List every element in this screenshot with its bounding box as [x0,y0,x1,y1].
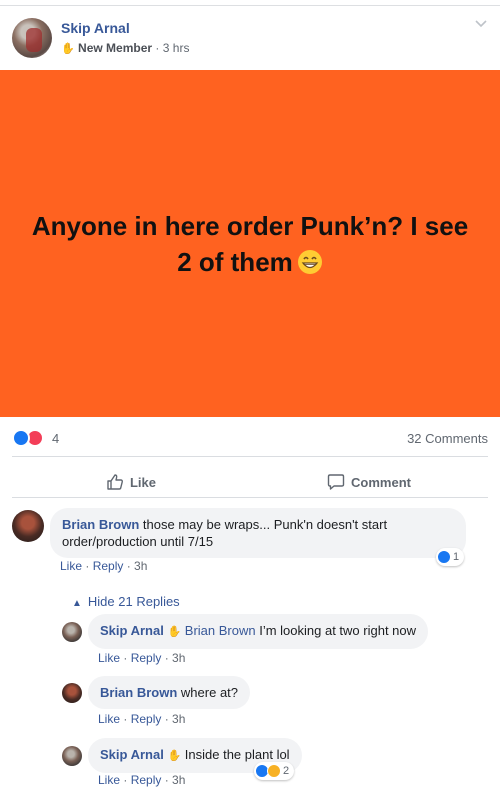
comment-author[interactable]: Brian Brown [62,517,139,532]
reply-time[interactable]: 3h [172,712,185,726]
reply-time[interactable]: 3h [172,773,185,787]
chevron-down-icon[interactable] [474,18,488,28]
post-actions: Like Comment [12,462,488,502]
speech-bubble-icon [327,474,345,490]
post-card: Skip Arnal ✋ New Member · 3 hrs Anyone i… [0,5,500,798]
reply-actions: Like · Reply · 3h [98,651,186,665]
like-button[interactable]: Like [12,462,250,502]
divider [12,456,488,457]
reaction-stats: 4 32 Comments [12,426,488,448]
divider [12,497,488,498]
reply-avatar[interactable] [62,683,82,703]
comments-count-link[interactable]: 32 Comments [407,431,488,446]
reply-text: where at? [180,685,239,700]
reply-avatar[interactable] [62,622,82,642]
thumbs-up-icon [107,474,123,490]
reply-reaction-summary[interactable]: 2 [254,762,295,780]
new-member-wave-icon: ✋ [167,750,182,762]
reply-like-link[interactable]: Like [98,773,120,787]
haha-reaction-icon [267,764,281,778]
reply-actions: Like · Reply · 3h [98,712,186,726]
reply-time[interactable]: 3h [172,651,185,665]
post-time[interactable]: 3 hrs [163,41,190,55]
new-member-wave-icon: ✋ [61,43,75,55]
reply-actions: Like · Reply · 3h [98,773,186,787]
reply-author[interactable]: Skip Arnal [100,747,164,762]
reply-like-link[interactable]: Like [98,712,120,726]
like-label: Like [129,474,156,490]
reply-text: I’m looking at two right now [259,623,417,638]
comment-bubble: Brian Brown those may be wraps... Punk'n… [50,508,466,558]
comment-reply-link[interactable]: Reply [93,559,124,573]
new-member-wave-icon: ✋ [167,626,182,638]
like-reaction-icon[interactable] [12,429,30,447]
comment-label: Comment [351,474,411,490]
reply-mention[interactable]: Brian Brown [185,623,256,638]
like-reaction-icon [437,550,451,564]
reply-like-link[interactable]: Like [98,651,120,665]
hide-replies-label: Hide 21 Replies [87,594,180,609]
author-name[interactable]: Skip Arnal [61,20,130,36]
comment-reaction-summary[interactable]: 1 [436,548,465,566]
author-avatar[interactable] [12,18,52,58]
banner-text: Anyone in here order Punk’n? I see 2 of … [30,208,470,280]
reply-bubble: Brian Brown where at? [88,676,251,709]
commenter-avatar[interactable] [12,510,44,542]
reply-text: Inside the plant lol [184,747,290,762]
reply-author[interactable]: Skip Arnal [100,623,164,638]
comment-reaction-count: 1 [453,551,460,563]
reply-reply-link[interactable]: Reply [131,773,162,787]
reply-reply-link[interactable]: Reply [131,712,162,726]
reaction-count[interactable]: 4 [52,431,59,446]
reply-bubble: Skip Arnal ✋ Brian Brown I’m looking at … [88,614,429,649]
hide-replies-link[interactable]: ▲ Hide 21 Replies [72,594,180,609]
comment-actions: Like · Reply · 3h [60,559,148,573]
post-meta: ✋ New Member · 3 hrs [61,41,189,55]
chevron-up-icon: ▲ [72,598,82,609]
reply-author[interactable]: Brian Brown [100,685,177,700]
reply-reaction-count: 2 [283,765,290,777]
grinning-emoji-icon [297,249,322,274]
comment-like-link[interactable]: Like [60,559,82,573]
reply-reply-link[interactable]: Reply [131,651,162,665]
colored-text-banner: Anyone in here order Punk’n? I see 2 of … [0,70,500,417]
member-badge: New Member [78,41,153,55]
banner-text-content: Anyone in here order Punk’n? I see 2 of … [31,210,469,277]
comment-button[interactable]: Comment [250,462,488,502]
comment-time[interactable]: 3h [134,559,147,573]
reply-avatar[interactable] [62,746,82,766]
meta-separator: · [155,41,160,55]
